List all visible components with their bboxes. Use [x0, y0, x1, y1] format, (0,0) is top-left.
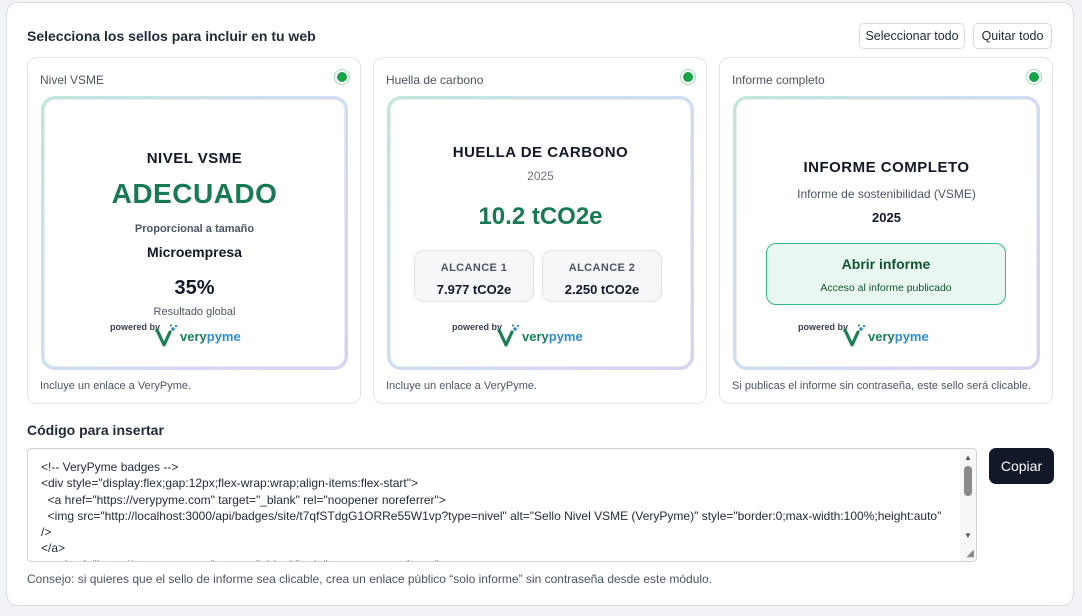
badge-subtitle: Informe de sostenibilidad (VSME) — [797, 187, 976, 201]
verypyme-logo-icon — [843, 324, 866, 347]
verypyme-logo-icon — [497, 324, 520, 347]
scope-2-box: ALCANCE 2 2.250 tCO2e — [542, 250, 662, 302]
badge-title: NIVEL VSME — [146, 150, 243, 167]
verypyme-logo: verypyme — [843, 324, 929, 348]
scrollbar-thumb[interactable] — [964, 466, 972, 496]
powered-by-label: powered by — [798, 322, 849, 332]
selected-indicator[interactable] — [683, 72, 693, 82]
badge-company-size: Microempresa — [147, 244, 242, 260]
verypyme-logo-icon — [155, 324, 178, 347]
embed-code-text[interactable]: <!-- VeryPyme badges --> <div style="dis… — [41, 459, 941, 561]
badge-preview-nivel: NIVEL VSME ADECUADO Proporcional a tamañ… — [41, 96, 348, 370]
powered-by-label: powered by — [452, 322, 503, 332]
select-all-button[interactable]: Seleccionar todo — [859, 23, 965, 49]
open-report-title: Abrir informe — [841, 256, 931, 272]
scroll-down-arrow-icon[interactable]: ▼ — [964, 531, 972, 540]
embed-code-label: Código para insertar — [27, 422, 164, 438]
badge-selector-panel: Selecciona los sellos para incluir en tu… — [6, 2, 1074, 606]
badge-card-informe-completo[interactable]: Informe completo INFORME COMPLETO Inform… — [719, 57, 1053, 404]
card-label: Informe completo — [732, 73, 825, 87]
badge-preview-huella: HUELLA DE CARBONO 2025 10.2 tCO2e ALCANC… — [387, 96, 694, 370]
badge-preview-informe: INFORME COMPLETO Informe de sostenibilid… — [733, 96, 1040, 370]
badge-card-nivel-vsme[interactable]: Nivel VSME NIVEL VSME ADECUADO Proporcio… — [27, 57, 361, 404]
card-footer-note: Incluye un enlace a VeryPyme. — [386, 380, 538, 392]
scope-2-label: ALCANCE 2 — [568, 262, 636, 274]
verypyme-logo: verypyme — [497, 324, 583, 348]
verypyme-logo: verypyme — [155, 324, 241, 348]
card-footer-note: Si publicas el informe sin contraseña, e… — [732, 380, 1031, 392]
resize-grip-icon[interactable]: ◢ — [966, 548, 974, 559]
card-label: Nivel VSME — [40, 73, 105, 87]
badge-card-huella-carbono[interactable]: Huella de carbono HUELLA DE CARBONO 2025… — [373, 57, 707, 404]
card-label: Huella de carbono — [386, 73, 484, 87]
open-report-button[interactable]: Abrir informe Acceso al informe publicad… — [766, 243, 1006, 305]
scope-1-label: ALCANCE 1 — [440, 262, 508, 274]
section-title: Selecciona los sellos para incluir en tu… — [27, 28, 316, 44]
badge-title: INFORME COMPLETO — [803, 159, 970, 176]
badge-year: 2025 — [872, 210, 901, 225]
open-report-subtitle: Acceso al informe publicado — [820, 282, 952, 294]
scope-1-box: ALCANCE 1 7.977 tCO2e — [414, 250, 534, 302]
scroll-up-arrow-icon[interactable]: ▲ — [964, 453, 972, 462]
embed-code-textarea[interactable]: <!-- VeryPyme badges --> <div style="dis… — [27, 448, 977, 562]
selected-indicator[interactable] — [1029, 72, 1039, 82]
badge-score-label: Resultado global — [153, 306, 236, 318]
copy-button[interactable]: Copiar — [989, 448, 1054, 484]
scope-2-value: 2.250 tCO2e — [564, 282, 640, 297]
selected-indicator[interactable] — [337, 72, 347, 82]
badge-year: 2025 — [527, 169, 554, 183]
badge-score: 35% — [174, 277, 215, 299]
powered-by-label: powered by — [110, 322, 161, 332]
card-footer-note: Incluye un enlace a VeryPyme. — [40, 380, 192, 392]
tip-text: Consejo: si quieres que el sello de info… — [27, 572, 713, 586]
clear-all-button[interactable]: Quitar todo — [973, 23, 1052, 49]
badge-proportional-label: Proporcional a tamaño — [134, 223, 255, 235]
textarea-scrollbar[interactable]: ▲ ▼ — [960, 449, 976, 561]
badge-title: HUELLA DE CARBONO — [452, 144, 629, 161]
badge-level: ADECUADO — [111, 178, 278, 209]
scope-1-value: 7.977 tCO2e — [436, 282, 512, 297]
badge-total-emissions: 10.2 tCO2e — [478, 203, 603, 230]
